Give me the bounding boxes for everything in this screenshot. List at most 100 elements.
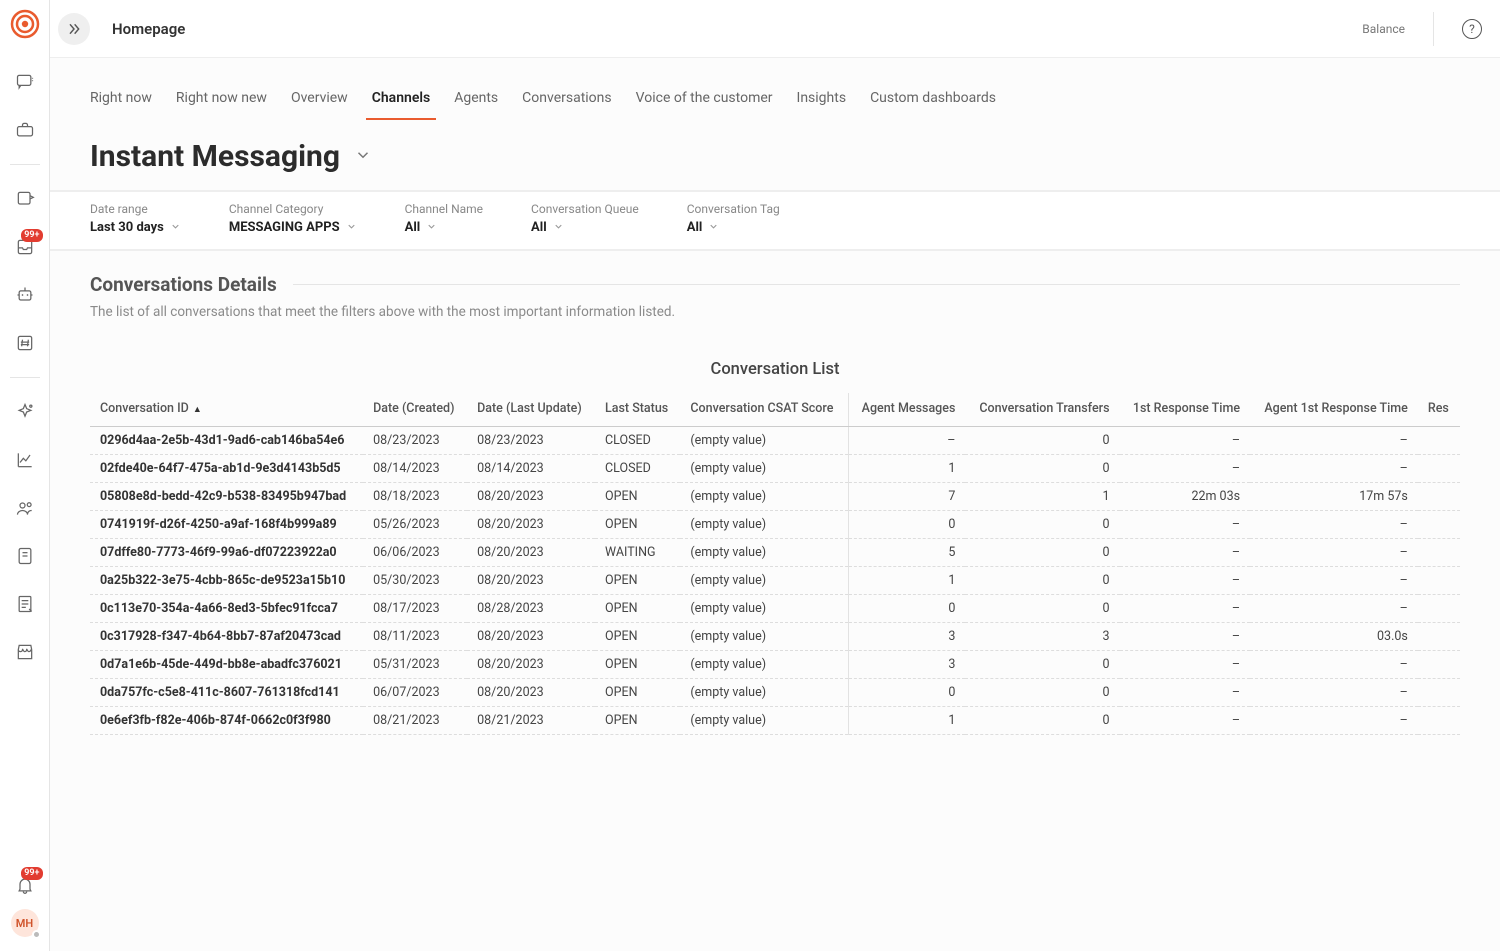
presence-indicator — [32, 930, 41, 939]
filter-label: Channel Name — [405, 202, 483, 216]
tab-right-now[interactable]: Right now — [90, 86, 152, 120]
people-icon[interactable] — [7, 490, 43, 526]
cell: 7 — [848, 483, 965, 511]
notebook-icon[interactable] — [7, 538, 43, 574]
filter-label: Date range — [90, 202, 181, 216]
table-row[interactable]: 02fde40e-64f7-475a-ab1d-9e3d4143b5d508/1… — [90, 455, 1460, 483]
store-icon[interactable] — [7, 634, 43, 670]
col-header[interactable]: Last Status — [595, 393, 680, 427]
cell: 08/21/2023 — [467, 707, 595, 735]
cell: (empty value) — [680, 567, 848, 595]
cell: 0a25b322-3e75-4cbb-865c-de9523a15b10 — [90, 567, 363, 595]
analytics-icon[interactable] — [7, 442, 43, 478]
expand-sidebar-button[interactable] — [58, 13, 90, 45]
col-header[interactable]: Agent Messages — [848, 393, 965, 427]
cell: 08/20/2023 — [467, 567, 595, 595]
cell — [1418, 623, 1460, 651]
cell: 07dffe80-7773-46f9-99a6-df07223922a0 — [90, 539, 363, 567]
page-title-dropdown[interactable] — [354, 146, 372, 168]
table-row[interactable]: 0741919f-d26f-4250-a9af-168f4b999a8905/2… — [90, 511, 1460, 539]
table-row[interactable]: 0296d4aa-2e5b-43d1-9ad6-cab146ba54e608/2… — [90, 427, 1460, 455]
filter-value[interactable]: Last 30 days — [90, 220, 181, 235]
col-header[interactable]: Res — [1418, 393, 1460, 427]
cell: 08/14/2023 — [363, 455, 467, 483]
tab-right-now-new[interactable]: Right now new — [176, 86, 267, 120]
col-header[interactable]: Date (Last Update) — [467, 393, 595, 427]
cell: 17m 57s — [1250, 483, 1418, 511]
conversation-table: Conversation ID▲Date (Created)Date (Last… — [90, 393, 1460, 735]
tab-channels[interactable]: Channels — [372, 86, 431, 120]
col-header[interactable]: Conversation CSAT Score — [680, 393, 848, 427]
table-row[interactable]: 0e6ef3fb-f82e-406b-874f-0662c0f3f98008/2… — [90, 707, 1460, 735]
campaigns-icon[interactable] — [7, 181, 43, 217]
cell — [1418, 511, 1460, 539]
cell: 0c317928-f347-4b64-8bb7-87af20473cad — [90, 623, 363, 651]
filter-value[interactable]: All — [531, 220, 639, 235]
table-row[interactable]: 0c317928-f347-4b64-8bb7-87af20473cad08/1… — [90, 623, 1460, 651]
filters-bar: Date range Last 30 days Channel CategoryME… — [50, 191, 1500, 250]
cell: – — [1120, 595, 1251, 623]
brand-logo[interactable] — [9, 8, 41, 40]
user-avatar[interactable]: MH — [11, 909, 39, 937]
cell: 08/14/2023 — [467, 455, 595, 483]
briefcase-icon[interactable] — [7, 112, 43, 148]
hash-icon[interactable] — [7, 325, 43, 361]
topbar-divider — [1433, 12, 1434, 46]
table-row[interactable]: 05808e8d-bedd-42c9-b538-83495b947bad08/1… — [90, 483, 1460, 511]
receipt-icon[interactable] — [7, 586, 43, 622]
filter-conversation-tag[interactable]: Conversation Tag All — [687, 202, 780, 235]
inbox-icon[interactable]: 99+ — [7, 229, 43, 265]
filter-channel-category[interactable]: Channel CategoryMESSAGING APPS — [229, 202, 357, 235]
filter-value[interactable]: MESSAGING APPS — [229, 220, 357, 235]
cell: 0 — [965, 567, 1119, 595]
help-icon[interactable]: ? — [1462, 19, 1482, 39]
breadcrumb-home[interactable]: Homepage — [112, 20, 185, 38]
user-initials: MH — [16, 917, 33, 930]
cell: 0 — [848, 595, 965, 623]
filter-value[interactable]: All — [405, 220, 483, 235]
tab-agents[interactable]: Agents — [454, 86, 498, 120]
cell — [1418, 567, 1460, 595]
bell-icon[interactable]: 99+ — [7, 867, 43, 903]
filter-label: Conversation Tag — [687, 202, 780, 216]
tab-overview[interactable]: Overview — [291, 86, 348, 120]
cell: (empty value) — [680, 651, 848, 679]
table-row[interactable]: 0d7a1e6b-45de-449d-bb8e-abadfc37602105/3… — [90, 651, 1460, 679]
cell: 1 — [848, 567, 965, 595]
col-header[interactable]: Date (Created) — [363, 393, 467, 427]
cell: – — [1250, 455, 1418, 483]
col-header[interactable]: 1st Response Time — [1120, 393, 1251, 427]
left-rail: 99+ 99+ MH — [0, 0, 50, 951]
col-header[interactable]: Agent 1st Response Time — [1250, 393, 1418, 427]
filter-date-range[interactable]: Date range Last 30 days — [90, 202, 181, 235]
table-row[interactable]: 0c113e70-354a-4a66-8ed3-5bfec91fcca708/1… — [90, 595, 1460, 623]
col-header[interactable]: Conversation ID▲ — [90, 393, 363, 427]
cell: OPEN — [595, 595, 680, 623]
table-row[interactable]: 0a25b322-3e75-4cbb-865c-de9523a15b1005/3… — [90, 567, 1460, 595]
cell: OPEN — [595, 679, 680, 707]
cell: 0 — [965, 455, 1119, 483]
chat-icon[interactable] — [7, 64, 43, 100]
cell — [1418, 707, 1460, 735]
cell: 08/21/2023 — [363, 707, 467, 735]
tab-custom-dashboards[interactable]: Custom dashboards — [870, 86, 996, 120]
cell: 05/30/2023 — [363, 567, 467, 595]
table-scroll[interactable]: Conversation ID▲Date (Created)Date (Last… — [90, 393, 1460, 735]
chevron-down-icon — [553, 221, 564, 235]
tab-voice-of-the-customer[interactable]: Voice of the customer — [636, 86, 773, 120]
filter-conversation-queue[interactable]: Conversation QueueAll — [531, 202, 639, 235]
sparkle-icon[interactable] — [7, 394, 43, 430]
cell: 0 — [848, 511, 965, 539]
table-row[interactable]: 07dffe80-7773-46f9-99a6-df07223922a006/0… — [90, 539, 1460, 567]
tab-insights[interactable]: Insights — [797, 86, 847, 120]
cell — [1418, 651, 1460, 679]
filter-value[interactable]: All — [687, 220, 780, 235]
cell: – — [1250, 427, 1418, 455]
balance-label[interactable]: Balance — [1362, 22, 1405, 36]
bot-icon[interactable] — [7, 277, 43, 313]
col-header[interactable]: Conversation Transfers — [965, 393, 1119, 427]
table-row[interactable]: 0da757fc-c5e8-411c-8607-761318fcd14106/0… — [90, 679, 1460, 707]
content-scroll: Right now Right now new Overview Channels Ag… — [50, 58, 1500, 951]
tab-conversations[interactable]: Conversations — [522, 86, 611, 120]
filter-channel-name[interactable]: Channel Name All — [405, 202, 483, 235]
